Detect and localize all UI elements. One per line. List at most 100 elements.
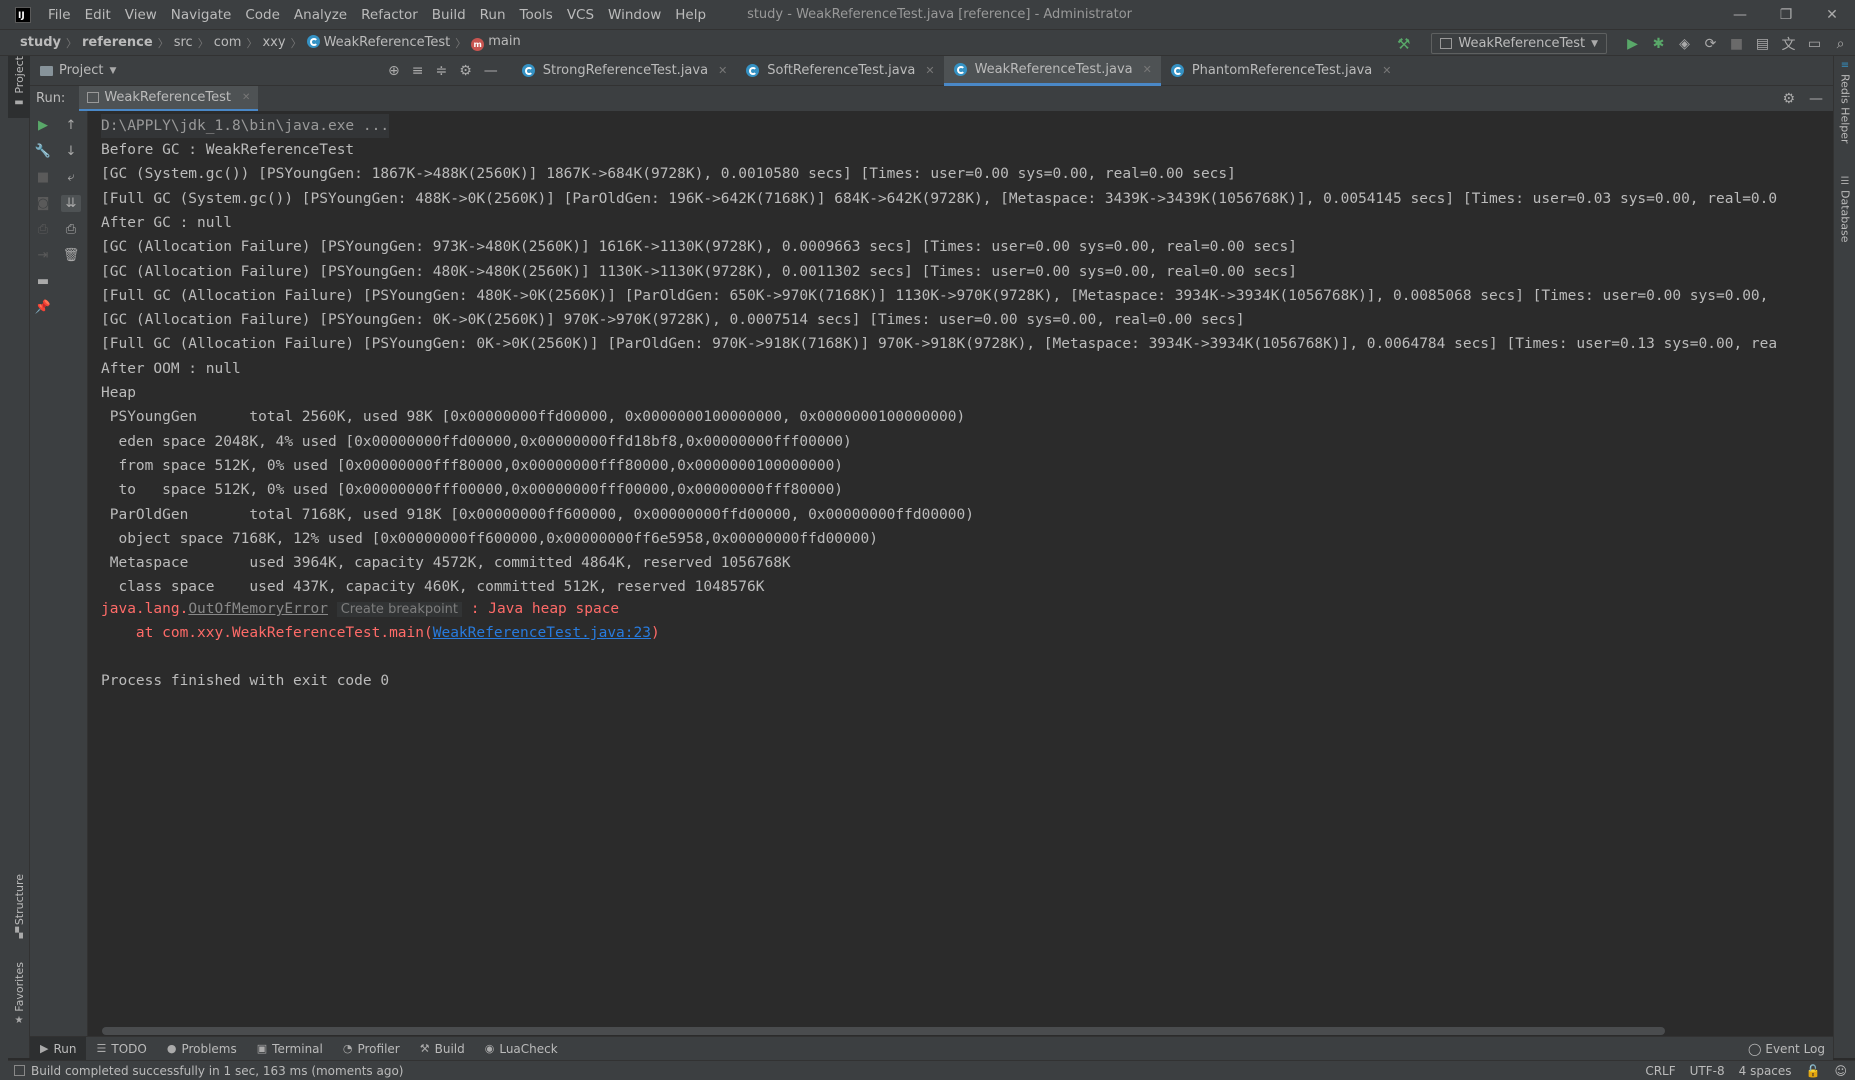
tool-window-project[interactable]: Project ▬ xyxy=(8,56,30,118)
hammer-icon[interactable]: ⚒ xyxy=(1397,35,1410,53)
run-config-icon xyxy=(87,92,100,103)
stack-frame-prefix: at com.xxy.WeakReferenceTest.main( xyxy=(101,625,433,641)
status-message[interactable]: Build completed successfully in 1 sec, 1… xyxy=(31,1064,403,1078)
tool-window-build[interactable]: ⚒ Build xyxy=(410,1037,475,1060)
menu-file[interactable]: File xyxy=(41,7,78,23)
menu-code[interactable]: Code xyxy=(238,7,287,23)
indent-widget[interactable]: 4 spaces xyxy=(1739,1064,1792,1078)
exit-icon[interactable]: ⇥ xyxy=(33,247,53,264)
editor-tab[interactable]: SoftReferenceTest.java ✕ xyxy=(736,56,943,86)
soft-wrap-icon[interactable]: ⤶ xyxy=(61,169,81,186)
hide-icon[interactable]: — xyxy=(484,63,498,79)
horizontal-scrollbar[interactable] xyxy=(102,1027,1665,1035)
coverage-icon[interactable]: ◈ xyxy=(1676,36,1693,52)
exception-link[interactable]: OutOfMemoryError xyxy=(188,601,328,617)
gear-icon[interactable]: ⚙ xyxy=(459,63,472,79)
close-window-button[interactable]: ✕ xyxy=(1809,0,1855,29)
menu-vcs[interactable]: VCS xyxy=(560,7,601,23)
collapse-all-icon[interactable]: ≑ xyxy=(435,63,447,79)
debug-icon[interactable]: ✱ xyxy=(1650,36,1667,52)
tool-window-redis-helper[interactable]: ≡ Redis Helper xyxy=(1834,60,1855,144)
menu-navigate[interactable]: Navigate xyxy=(164,7,239,23)
camera-icon[interactable]: ◙ xyxy=(33,195,53,212)
layout-icon[interactable]: ▬ xyxy=(33,273,53,290)
tool-window-favorites[interactable]: Favorites ★ xyxy=(8,962,30,1034)
menu-run[interactable]: Run xyxy=(473,7,513,23)
layout-icon[interactable]: ▭ xyxy=(1806,36,1823,52)
menu-build[interactable]: Build xyxy=(425,7,473,23)
arrow-up-icon[interactable]: ↑ xyxy=(61,117,81,134)
stop-icon[interactable]: ■ xyxy=(1728,36,1745,52)
tool-window-profiler[interactable]: ◔ Profiler xyxy=(333,1037,410,1060)
translate-icon[interactable]: 文 xyxy=(1780,34,1797,54)
lock-icon[interactable]: 🔓 xyxy=(1806,1064,1821,1078)
minimize-button[interactable]: — xyxy=(1717,0,1763,29)
run-icon[interactable]: ▶ xyxy=(1624,36,1641,52)
breadcrumb-class[interactable]: WeakReferenceTest xyxy=(306,35,450,50)
close-icon[interactable]: ✕ xyxy=(242,92,250,103)
notification-icon[interactable]: ☺ xyxy=(1834,1064,1847,1078)
tool-window-terminal[interactable]: ▣ Terminal xyxy=(247,1037,333,1060)
project-view-selector[interactable]: Project ▼ xyxy=(40,63,388,78)
expand-all-icon[interactable]: ≡ xyxy=(412,63,424,79)
run-configuration-selector[interactable]: WeakReferenceTest ▼ xyxy=(1431,33,1607,54)
search-icon[interactable]: ⌕ xyxy=(1832,36,1849,52)
line-separator-widget[interactable]: CRLF xyxy=(1645,1064,1675,1078)
run-panel-actions: ⚙ — xyxy=(1782,91,1823,107)
tool-window-todo[interactable]: ☰ TODO xyxy=(86,1037,156,1060)
editor-tab[interactable]: PhantomReferenceTest.java ✕ xyxy=(1161,56,1401,86)
print-icon[interactable]: ⎙ xyxy=(61,221,81,238)
editor-tab-label: SoftReferenceTest.java xyxy=(767,63,916,78)
breadcrumb-package-com[interactable]: com xyxy=(214,35,242,50)
locate-icon[interactable]: ⊕ xyxy=(388,63,400,79)
pin-icon[interactable]: 📌 xyxy=(33,299,53,316)
tool-window-structure[interactable]: Structure ▚ xyxy=(8,874,30,942)
run-tab[interactable]: WeakReferenceTest ✕ xyxy=(79,86,259,111)
menu-edit[interactable]: Edit xyxy=(78,7,118,23)
event-log-button[interactable]: ◯ Event Log xyxy=(1748,1042,1825,1056)
arrow-down-icon[interactable]: ↓ xyxy=(61,143,81,160)
menu-window[interactable]: Window xyxy=(601,7,668,23)
menu-help[interactable]: Help xyxy=(668,7,713,23)
breadcrumb-src[interactable]: src xyxy=(174,35,193,50)
main-toolbar: ⚒ WeakReferenceTest ▼ ▶ ✱ ◈ ⟳ ■ ▤ 文 ▭ ⌕ xyxy=(1397,30,1849,57)
tool-window-luacheck[interactable]: ◉ LuaCheck xyxy=(475,1037,568,1060)
breadcrumb-method[interactable]: m main xyxy=(471,34,521,51)
breadcrumb-package-xxy[interactable]: xxy xyxy=(262,35,285,50)
stop-icon[interactable]: ■ xyxy=(33,169,53,186)
menu-view[interactable]: View xyxy=(118,7,164,23)
tool-window-problems[interactable]: ● Problems xyxy=(157,1037,247,1060)
tool-window-database[interactable]: ☰ Database xyxy=(1834,176,1855,243)
breadcrumb-module[interactable]: reference xyxy=(82,35,153,50)
profile-icon[interactable]: ⟳ xyxy=(1702,36,1719,52)
editor-tab[interactable]: WeakReferenceTest.java ✕ xyxy=(943,55,1161,86)
hide-icon[interactable]: — xyxy=(1809,91,1823,107)
encoding-widget[interactable]: UTF-8 xyxy=(1690,1064,1725,1078)
gear-icon[interactable]: ⚙ xyxy=(1782,91,1795,107)
menu-tools[interactable]: Tools xyxy=(513,7,560,23)
status-toggle-icon[interactable] xyxy=(14,1065,25,1076)
tool-window-run[interactable]: ▶ Run xyxy=(30,1037,87,1060)
source-location-link[interactable]: WeakReferenceTest.java:23 xyxy=(433,625,651,641)
editor-tab[interactable]: StrongReferenceTest.java ✕ xyxy=(512,56,737,86)
wrench-icon[interactable]: 🔧 xyxy=(33,143,53,160)
tool-window-favorites-label: Favorites xyxy=(12,962,26,1012)
console-output[interactable]: D:\APPLY\jdk_1.8\bin\java.exe ... Before… xyxy=(88,111,1833,1026)
title-bar: IJ File Edit View Navigate Code Analyze Refact… xyxy=(0,0,1855,29)
close-icon[interactable]: ✕ xyxy=(718,64,727,77)
restore-layout-icon[interactable]: ⎙ xyxy=(33,221,53,238)
close-icon[interactable]: ✕ xyxy=(1382,64,1391,77)
console-stack-line: at com.xxy.WeakReferenceTest.main(WeakRe… xyxy=(101,621,660,645)
close-icon[interactable]: ✕ xyxy=(925,64,934,77)
breadcrumb-project[interactable]: study xyxy=(20,35,61,50)
window-title: study - WeakReferenceTest.java [referenc… xyxy=(747,7,1133,22)
rerun-icon[interactable]: ▶ xyxy=(33,117,53,134)
scroll-to-end-icon[interactable]: ⇊ xyxy=(61,195,81,212)
trash-icon[interactable]: 🗑 xyxy=(61,247,81,264)
menu-refactor[interactable]: Refactor xyxy=(354,7,425,23)
menu-analyze[interactable]: Analyze xyxy=(287,7,354,23)
project-structure-icon[interactable]: ▤ xyxy=(1754,36,1771,52)
close-icon[interactable]: ✕ xyxy=(1143,63,1152,76)
restore-button[interactable]: ❐ xyxy=(1763,0,1809,29)
create-breakpoint-button[interactable]: Create breakpoint xyxy=(336,602,463,617)
